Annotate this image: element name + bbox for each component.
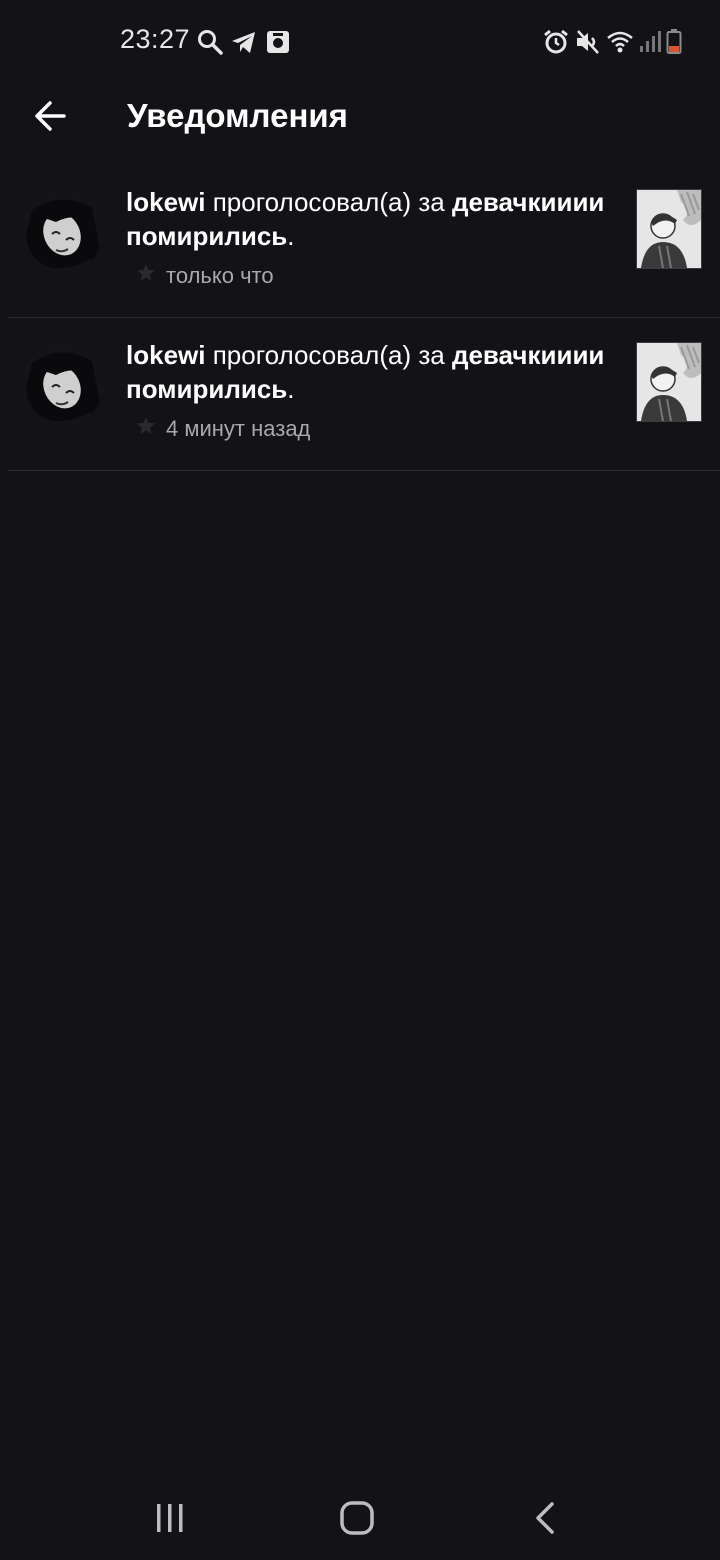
system-back-button[interactable] <box>515 1490 575 1550</box>
battery-icon <box>666 28 686 56</box>
signal-icon <box>638 28 666 56</box>
notification-action: проголосовал(а) за <box>205 187 452 217</box>
back-button[interactable] <box>26 94 74 142</box>
notification-end: . <box>287 374 295 404</box>
status-time: 23:27 <box>120 24 191 54</box>
notification-user[interactable]: lokewi <box>126 340 205 370</box>
system-nav-bar <box>0 1470 720 1560</box>
recent-apps-icon <box>153 1501 187 1540</box>
notification-text: lokewi проголосовал(а) за девачкииии пом… <box>126 185 626 253</box>
avatar[interactable] <box>22 343 104 425</box>
notification-list: lokewi проголосовал(а) за девачкииии пом… <box>0 165 720 471</box>
back-icon <box>530 1501 560 1540</box>
notification-item[interactable]: lokewi проголосовал(а) за девачкииии пом… <box>8 165 720 318</box>
app-notification-icon <box>264 28 292 56</box>
telegram-icon <box>230 28 258 56</box>
notification-action: проголосовал(а) за <box>205 340 452 370</box>
status-bar: 23:27 <box>0 0 720 84</box>
notification-user[interactable]: lokewi <box>126 187 205 217</box>
wifi-icon <box>606 28 634 56</box>
notification-time: 4 минут назад <box>166 416 311 441</box>
notification-item[interactable]: lokewi проголосовал(а) за девачкииии пом… <box>8 318 720 471</box>
notification-meta: 4 минут назад <box>136 414 310 444</box>
mute-icon <box>574 28 602 56</box>
home-icon <box>339 1500 375 1541</box>
app-bar: Уведомления <box>0 84 720 148</box>
post-thumbnail[interactable] <box>636 342 702 422</box>
recent-apps-button[interactable] <box>140 1490 200 1550</box>
alarm-icon <box>542 28 570 56</box>
star-icon <box>136 416 156 442</box>
page-title: Уведомления <box>127 97 348 134</box>
notification-meta: только что <box>136 261 274 291</box>
notification-time: только что <box>166 263 274 288</box>
post-thumbnail[interactable] <box>636 189 702 269</box>
star-icon <box>136 263 156 289</box>
search-icon <box>196 28 224 56</box>
notification-end: . <box>287 221 295 251</box>
home-button[interactable] <box>327 1490 387 1550</box>
notification-text: lokewi проголосовал(а) за девачкииии пом… <box>126 338 626 406</box>
avatar[interactable] <box>22 190 104 272</box>
arrow-left-icon <box>33 99 67 138</box>
